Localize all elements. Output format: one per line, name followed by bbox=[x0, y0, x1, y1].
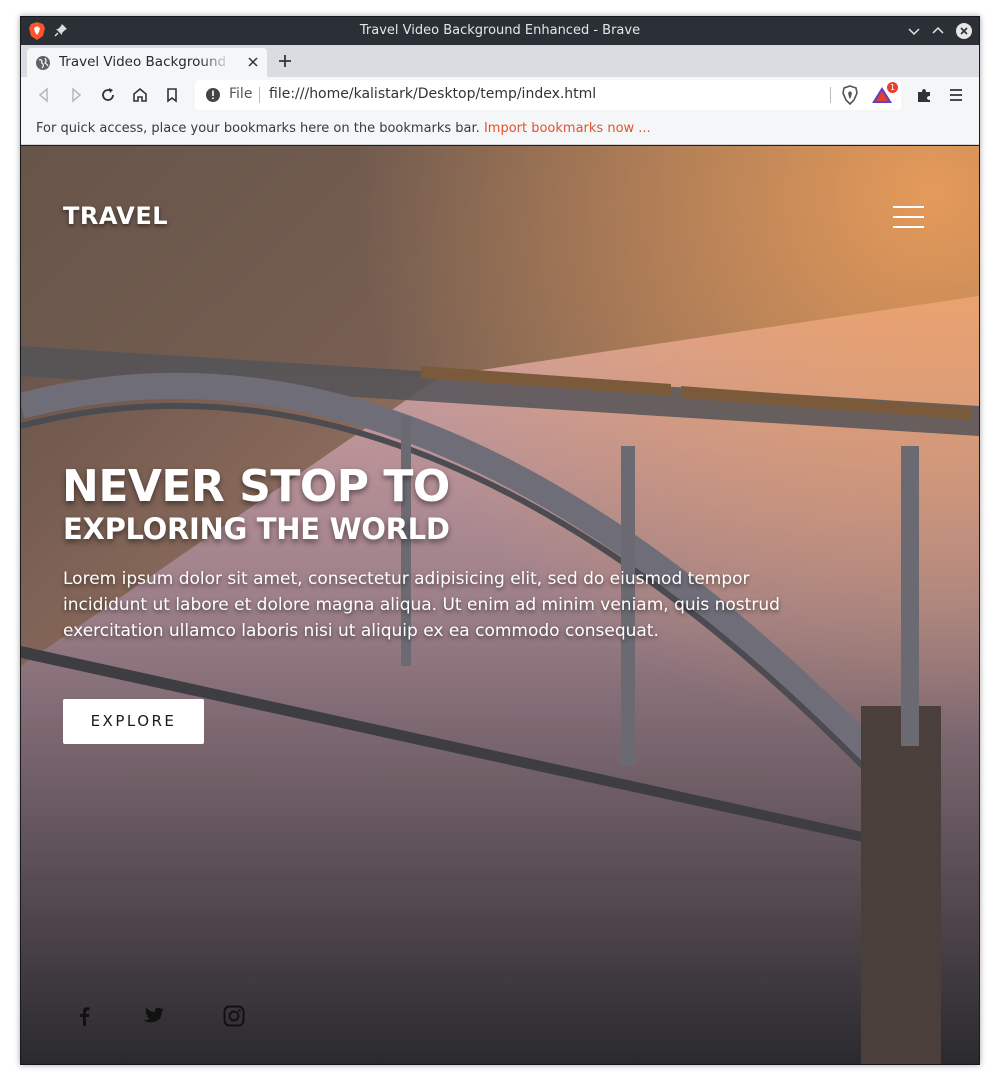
hamburger-menu-icon[interactable] bbox=[893, 206, 924, 228]
explore-button[interactable]: EXPLORE bbox=[63, 699, 204, 744]
navigation-toolbar: File file:///home/kalistark/Desktop/temp… bbox=[21, 77, 979, 113]
hamburger-line bbox=[893, 206, 924, 208]
extensions-icon[interactable] bbox=[915, 86, 933, 104]
bookmarks-message: For quick access, place your bookmarks h… bbox=[36, 121, 651, 136]
import-bookmarks-link[interactable]: Import bookmarks now ... bbox=[484, 121, 651, 136]
facebook-icon[interactable] bbox=[73, 1004, 97, 1028]
close-tab-icon[interactable] bbox=[247, 56, 259, 68]
reload-icon[interactable] bbox=[99, 86, 117, 104]
hero-subheadline: EXPLORING THE WORLD bbox=[63, 512, 450, 546]
home-icon[interactable] bbox=[131, 86, 149, 104]
tab-title: Travel Video Background Enhanced - Brave bbox=[59, 54, 231, 70]
twitter-icon[interactable] bbox=[142, 1004, 166, 1028]
url-divider bbox=[259, 87, 260, 103]
hamburger-line bbox=[893, 216, 924, 218]
url-scheme: File bbox=[229, 86, 253, 102]
tab-active[interactable]: Travel Video Background Enhanced - Brave bbox=[27, 48, 267, 77]
hero-paragraph: Lorem ipsum dolor sit amet, consectetur … bbox=[63, 569, 780, 641]
globe-icon bbox=[36, 56, 50, 70]
url-text[interactable]: file:///home/kalistark/Desktop/temp/inde… bbox=[269, 86, 596, 102]
close-window-icon[interactable] bbox=[955, 22, 973, 40]
rewards-badge: 1 bbox=[887, 82, 898, 93]
instagram-icon[interactable] bbox=[222, 1004, 246, 1028]
url-divider-right bbox=[830, 87, 831, 103]
maximize-icon[interactable] bbox=[929, 22, 947, 40]
tab-strip: Travel Video Background Enhanced - Brave bbox=[21, 45, 979, 77]
title-bar: Travel Video Background Enhanced - Brave bbox=[21, 17, 979, 45]
forward-icon[interactable] bbox=[67, 86, 85, 104]
bookmarks-bar: For quick access, place your bookmarks h… bbox=[21, 113, 979, 145]
site-info-icon[interactable] bbox=[205, 87, 221, 103]
minimize-icon[interactable] bbox=[905, 22, 923, 40]
new-tab-icon[interactable] bbox=[277, 53, 293, 69]
hamburger-line bbox=[893, 226, 924, 228]
address-bar[interactable]: File file:///home/kalistark/Desktop/temp… bbox=[195, 80, 901, 110]
main-menu-icon[interactable] bbox=[947, 86, 965, 104]
hero-headline: NEVER STOP TO bbox=[62, 461, 450, 512]
back-icon[interactable] bbox=[35, 86, 53, 104]
page-viewport: TRAVEL NEVER STOP TO EXPLORING THE WORLD… bbox=[21, 146, 979, 1064]
bookmark-icon[interactable] bbox=[163, 86, 181, 104]
brave-shields-icon[interactable] bbox=[841, 85, 859, 105]
bookmarks-hint: For quick access, place your bookmarks h… bbox=[36, 121, 480, 136]
browser-window: Travel Video Background Enhanced - Brave… bbox=[20, 16, 980, 1065]
site-logo[interactable]: TRAVEL bbox=[63, 202, 168, 230]
window-title: Travel Video Background Enhanced - Brave bbox=[359, 23, 641, 38]
